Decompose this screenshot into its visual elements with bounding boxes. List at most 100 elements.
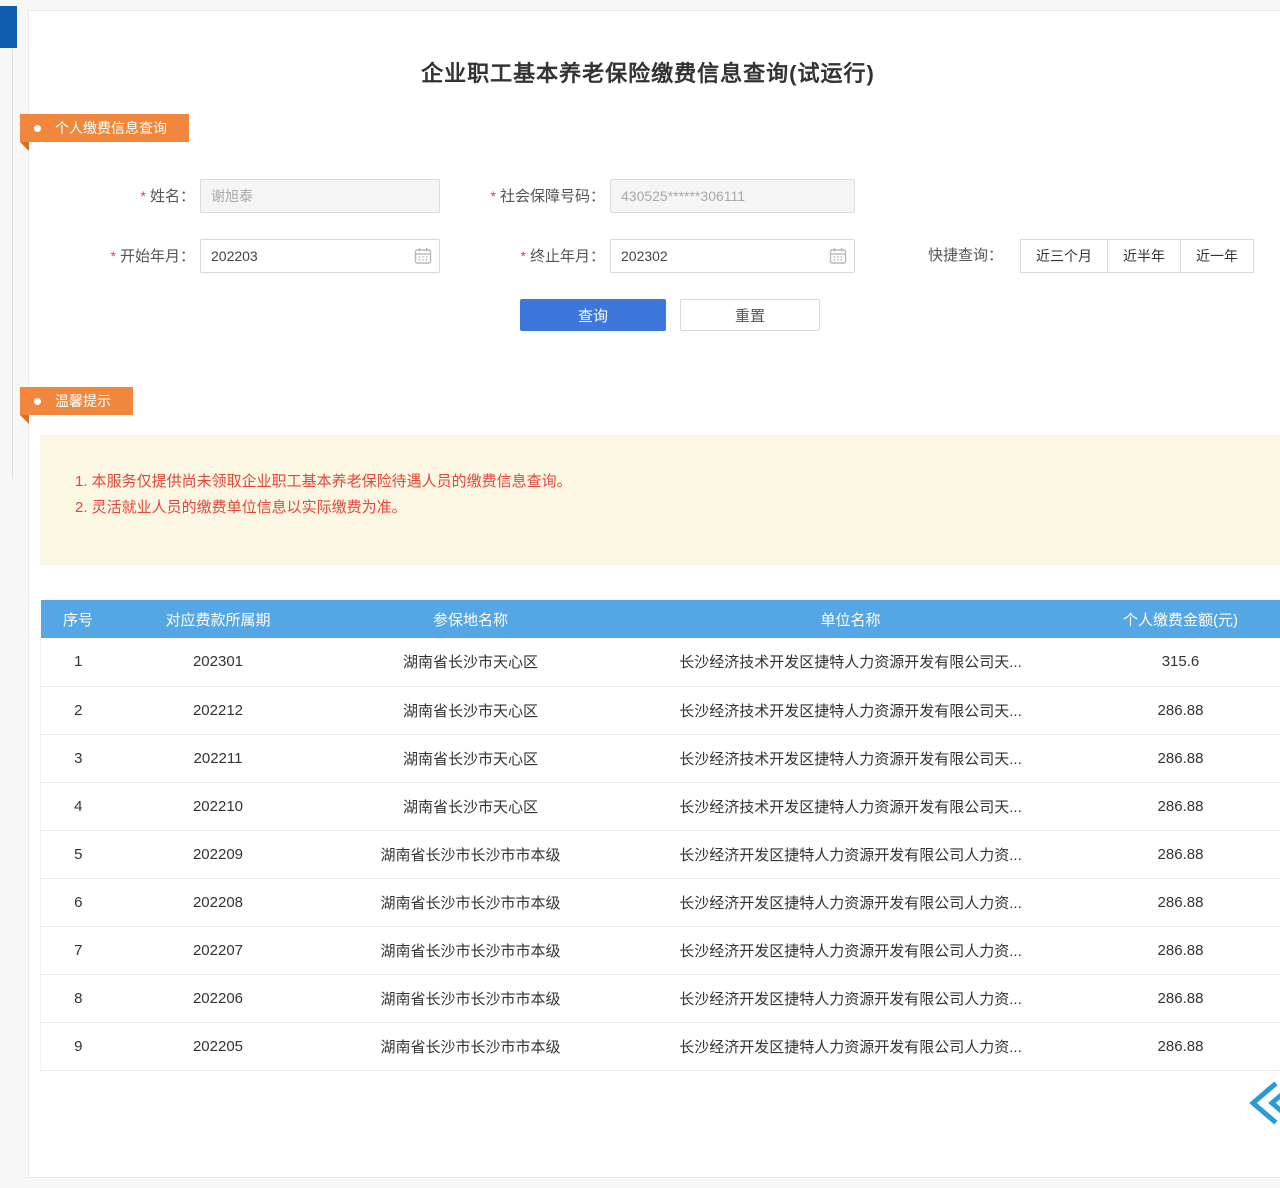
section-badge-personal-query: 个人缴费信息查询 bbox=[20, 114, 189, 142]
table-cell: 长沙经济开发区捷特人力资源开发有限公司人力资... bbox=[621, 830, 1081, 878]
ssn-label: *社会保障号码： bbox=[440, 179, 605, 214]
required-marker: * bbox=[491, 188, 496, 204]
table-cell: 湖南省长沙市天心区 bbox=[321, 638, 621, 686]
table-row: 6202208湖南省长沙市长沙市市本级长沙经济开发区捷特人力资源开发有限公司人力… bbox=[41, 878, 1280, 926]
table-header-cell: 序号 bbox=[41, 600, 116, 638]
table-row: 4202210湖南省长沙市天心区长沙经济技术开发区捷特人力资源开发有限公司天..… bbox=[41, 782, 1280, 830]
table-cell: 286.88 bbox=[1081, 878, 1280, 926]
calendar-icon[interactable] bbox=[414, 247, 432, 265]
ssn-input[interactable] bbox=[610, 179, 855, 213]
query-button[interactable]: 查询 bbox=[520, 299, 666, 331]
start-month-label-text: 开始年月： bbox=[120, 248, 195, 265]
table-cell: 315.6 bbox=[1081, 638, 1280, 686]
table-cell: 286.88 bbox=[1081, 974, 1280, 1022]
tip-line: 2. 灵活就业人员的缴费单位信息以实际缴费为准。 bbox=[75, 495, 1280, 521]
table-cell: 4 bbox=[41, 782, 116, 830]
table-row: 7202207湖南省长沙市长沙市市本级长沙经济开发区捷特人力资源开发有限公司人力… bbox=[41, 926, 1280, 974]
table-cell: 202301 bbox=[116, 638, 321, 686]
section-badge-tips: 温馨提示 bbox=[20, 387, 133, 415]
payment-table: 序号对应费款所属期参保地名称单位名称个人缴费金额(元) 1202301湖南省长沙… bbox=[40, 600, 1280, 1071]
required-marker: * bbox=[521, 248, 526, 264]
tip-line: 1. 本服务仅提供尚未领取企业职工基本养老保险待遇人员的缴费信息查询。 bbox=[75, 435, 1280, 495]
table-cell: 2 bbox=[41, 686, 116, 734]
table-header-cell: 参保地名称 bbox=[321, 600, 621, 638]
table-cell: 202209 bbox=[116, 830, 321, 878]
required-marker: * bbox=[141, 188, 146, 204]
table-row: 9202205湖南省长沙市长沙市市本级长沙经济开发区捷特人力资源开发有限公司人力… bbox=[41, 1022, 1280, 1070]
table-cell: 湖南省长沙市长沙市市本级 bbox=[321, 974, 621, 1022]
badge-bullet-icon bbox=[34, 398, 41, 405]
left-divider bbox=[12, 48, 13, 478]
table-cell: 长沙经济技术开发区捷特人力资源开发有限公司天... bbox=[621, 686, 1081, 734]
quick-last-3-months-button[interactable]: 近三个月 bbox=[1020, 239, 1108, 273]
table-header-row: 序号对应费款所属期参保地名称单位名称个人缴费金额(元) bbox=[41, 600, 1280, 638]
table-cell: 长沙经济开发区捷特人力资源开发有限公司人力资... bbox=[621, 974, 1081, 1022]
table-cell: 202208 bbox=[116, 878, 321, 926]
table-cell: 286.88 bbox=[1081, 830, 1280, 878]
section-badge-label: 温馨提示 bbox=[55, 391, 111, 411]
ssn-label-text: 社会保障号码： bbox=[500, 188, 605, 205]
table-cell: 202206 bbox=[116, 974, 321, 1022]
double-chevron-left-icon[interactable] bbox=[1246, 1078, 1280, 1128]
table-cell: 湖南省长沙市长沙市市本级 bbox=[321, 830, 621, 878]
quick-last-half-year-button[interactable]: 近半年 bbox=[1107, 239, 1181, 273]
calendar-icon[interactable] bbox=[829, 247, 847, 265]
tips-box: 1. 本服务仅提供尚未领取企业职工基本养老保险待遇人员的缴费信息查询。 2. 灵… bbox=[40, 435, 1280, 565]
name-input[interactable] bbox=[200, 179, 440, 213]
table-cell: 7 bbox=[41, 926, 116, 974]
table-header-cell: 对应费款所属期 bbox=[116, 600, 321, 638]
table-cell: 286.88 bbox=[1081, 782, 1280, 830]
quick-last-year-button[interactable]: 近一年 bbox=[1180, 239, 1254, 273]
page: 企业职工基本养老保险缴费信息查询(试运行) 个人缴费信息查询 *姓名： *社会保… bbox=[0, 0, 1280, 1188]
table-row: 5202209湖南省长沙市长沙市市本级长沙经济开发区捷特人力资源开发有限公司人力… bbox=[41, 830, 1280, 878]
table-cell: 202205 bbox=[116, 1022, 321, 1070]
table-cell: 湖南省长沙市天心区 bbox=[321, 782, 621, 830]
table-cell: 3 bbox=[41, 734, 116, 782]
table-row: 2202212湖南省长沙市天心区长沙经济技术开发区捷特人力资源开发有限公司天..… bbox=[41, 686, 1280, 734]
end-month-label: *终止年月： bbox=[440, 239, 605, 274]
table-cell: 6 bbox=[41, 878, 116, 926]
name-label-text: 姓名： bbox=[150, 188, 195, 205]
table-row: 1202301湖南省长沙市天心区长沙经济技术开发区捷特人力资源开发有限公司天..… bbox=[41, 638, 1280, 686]
name-label: *姓名： bbox=[85, 179, 195, 214]
reset-button[interactable]: 重置 bbox=[680, 299, 820, 331]
table-cell: 202212 bbox=[116, 686, 321, 734]
quick-query-label: 快捷查询： bbox=[928, 239, 1014, 273]
table-cell: 202211 bbox=[116, 734, 321, 782]
start-month-label: *开始年月： bbox=[85, 239, 195, 274]
table-cell: 202210 bbox=[116, 782, 321, 830]
end-month-label-text: 终止年月： bbox=[530, 248, 605, 265]
table-cell: 286.88 bbox=[1081, 686, 1280, 734]
start-month-input[interactable] bbox=[200, 239, 440, 273]
table-cell: 5 bbox=[41, 830, 116, 878]
table-cell: 长沙经济技术开发区捷特人力资源开发有限公司天... bbox=[621, 782, 1081, 830]
table-cell: 长沙经济技术开发区捷特人力资源开发有限公司天... bbox=[621, 638, 1081, 686]
section-badge-label: 个人缴费信息查询 bbox=[55, 118, 167, 138]
table-cell: 湖南省长沙市天心区 bbox=[321, 686, 621, 734]
table-cell: 8 bbox=[41, 974, 116, 1022]
sidebar-edge-marker bbox=[0, 6, 17, 48]
table-cell: 286.88 bbox=[1081, 926, 1280, 974]
table-cell: 286.88 bbox=[1081, 1022, 1280, 1070]
table-cell: 1 bbox=[41, 638, 116, 686]
table-header-cell: 单位名称 bbox=[621, 600, 1081, 638]
badge-bullet-icon bbox=[34, 125, 41, 132]
table-cell: 湖南省长沙市长沙市市本级 bbox=[321, 926, 621, 974]
table-row: 3202211湖南省长沙市天心区长沙经济技术开发区捷特人力资源开发有限公司天..… bbox=[41, 734, 1280, 782]
table-cell: 湖南省长沙市天心区 bbox=[321, 734, 621, 782]
table-header-cell: 个人缴费金额(元) bbox=[1081, 600, 1280, 638]
table-cell: 长沙经济开发区捷特人力资源开发有限公司人力资... bbox=[621, 878, 1081, 926]
table-cell: 长沙经济开发区捷特人力资源开发有限公司人力资... bbox=[621, 1022, 1081, 1070]
table-cell: 湖南省长沙市长沙市市本级 bbox=[321, 878, 621, 926]
table-cell: 202207 bbox=[116, 926, 321, 974]
table-row: 8202206湖南省长沙市长沙市市本级长沙经济开发区捷特人力资源开发有限公司人力… bbox=[41, 974, 1280, 1022]
page-title: 企业职工基本养老保险缴费信息查询(试运行) bbox=[28, 56, 1268, 88]
table-cell: 9 bbox=[41, 1022, 116, 1070]
quick-query-group: 近三个月 近半年 近一年 bbox=[1020, 239, 1254, 273]
table-cell: 长沙经济开发区捷特人力资源开发有限公司人力资... bbox=[621, 926, 1081, 974]
table-cell: 286.88 bbox=[1081, 734, 1280, 782]
table-cell: 长沙经济技术开发区捷特人力资源开发有限公司天... bbox=[621, 734, 1081, 782]
required-marker: * bbox=[111, 248, 116, 264]
end-month-input[interactable] bbox=[610, 239, 855, 273]
table-cell: 湖南省长沙市长沙市市本级 bbox=[321, 1022, 621, 1070]
